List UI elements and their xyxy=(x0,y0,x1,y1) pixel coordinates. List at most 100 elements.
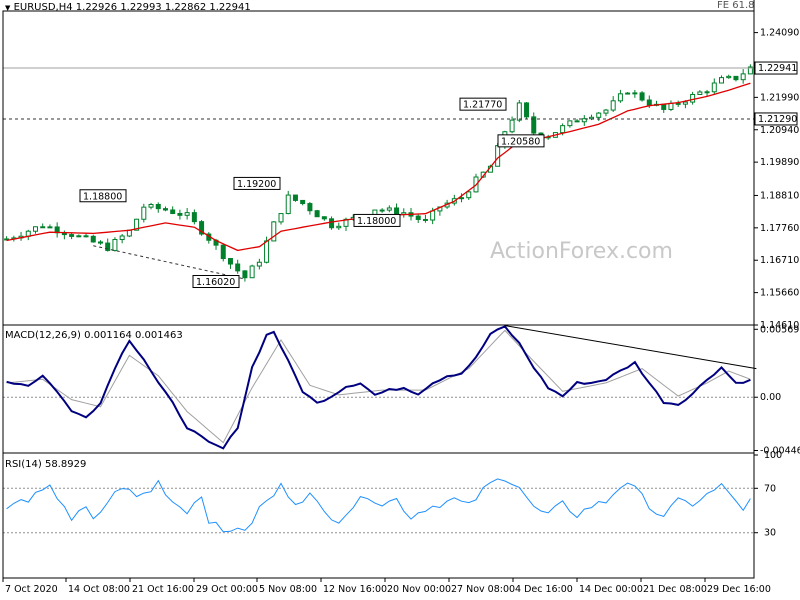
macd-signal-line xyxy=(6,329,751,444)
macd-trendline xyxy=(504,325,757,370)
watermark: ActionForex.com xyxy=(490,239,673,264)
candle-body xyxy=(560,125,566,134)
price-annotation-label: 1.16020 xyxy=(196,277,235,288)
candle-body xyxy=(726,75,732,79)
candle-body xyxy=(632,92,638,95)
candle-body xyxy=(300,199,306,205)
candle-body xyxy=(177,212,183,216)
candle-body xyxy=(639,92,645,101)
candle-body xyxy=(76,235,82,238)
candle-body xyxy=(603,109,609,114)
time-tick-label: 12 Nov 16:00 xyxy=(323,584,387,595)
candle-body xyxy=(422,218,428,221)
candle-body xyxy=(32,226,38,232)
candle-body xyxy=(675,102,681,105)
time-tick-label: 20 Nov 00:00 xyxy=(387,584,451,595)
candle-body xyxy=(610,100,616,111)
time-tick-label: 29 Dec 16:00 xyxy=(707,584,771,595)
symbol-label: EURUSD,H4 xyxy=(13,2,73,13)
candle-body xyxy=(264,240,270,263)
time-tick-label: 29 Oct 00:00 xyxy=(196,584,258,595)
candle-body xyxy=(141,206,147,220)
candle-body xyxy=(83,235,89,238)
rsi-tick-label: 100 xyxy=(764,450,782,461)
candle-body xyxy=(191,212,197,223)
candle-body xyxy=(321,216,327,220)
time-tick-label: 27 Nov 08:00 xyxy=(451,584,515,595)
candle-body xyxy=(415,215,421,220)
price-annotation-label: 1.19200 xyxy=(237,179,276,190)
candle-body xyxy=(249,265,255,279)
candle-body xyxy=(661,103,667,110)
candle-body xyxy=(47,226,53,229)
candle-body xyxy=(386,207,392,211)
time-tick-label: 4 Dec 16:00 xyxy=(515,584,573,595)
price-tick-label: 1.21990 xyxy=(760,92,799,103)
candle-body xyxy=(740,73,746,81)
candle-body xyxy=(524,102,530,118)
price-tick-label: 1.15660 xyxy=(760,288,799,299)
candle-body xyxy=(711,82,717,93)
price-tick-label: 1.20940 xyxy=(760,125,799,136)
candle-body xyxy=(495,145,501,167)
rsi-title: RSI(14) 58.8929 xyxy=(5,459,87,470)
candle-body xyxy=(336,225,342,229)
candle-body xyxy=(40,226,46,229)
candle-body xyxy=(690,93,696,103)
candle-body xyxy=(617,93,623,102)
candle-body xyxy=(516,102,522,121)
macd-tick-label: 0.00 xyxy=(760,392,781,403)
fib-extension-label: FE 61.8 xyxy=(717,0,755,11)
dropdown-arrow-icon[interactable]: ▼ xyxy=(5,4,10,12)
macd-tick-label: 0.00569 xyxy=(760,324,799,335)
candle-body xyxy=(379,209,385,212)
candle-body xyxy=(285,194,291,215)
macd-line xyxy=(6,325,751,450)
candle-body xyxy=(596,112,602,118)
candle-body xyxy=(292,194,298,201)
candle-body xyxy=(90,235,96,243)
candle-body xyxy=(314,210,320,218)
chart-canvas[interactable]: ActionForex.com 1.18800 1.16020 1.19200 1.1… xyxy=(0,0,800,600)
candle-body xyxy=(119,235,125,241)
panel-frame-0 xyxy=(2,10,755,326)
candle-body xyxy=(112,239,118,251)
candle-body xyxy=(704,91,710,94)
candle-body xyxy=(625,92,631,95)
candle-body xyxy=(668,102,674,110)
candle-body xyxy=(148,203,154,208)
candle-body xyxy=(466,191,472,199)
candle-body xyxy=(574,120,580,123)
candle-body xyxy=(719,77,725,84)
candle-body xyxy=(97,241,103,244)
price-tick-label: 1.17760 xyxy=(760,223,799,234)
ohlc-values: 1.22926 1.22993 1.22862 1.22941 xyxy=(75,2,251,13)
time-tick-label: 5 Nov 08:00 xyxy=(259,584,317,595)
candle-body xyxy=(162,208,168,211)
candle-body xyxy=(220,244,226,260)
time-tick-label: 21 Dec 08:00 xyxy=(643,584,707,595)
price-tick-label: 1.16710 xyxy=(760,255,799,266)
candle-body xyxy=(278,213,284,223)
candle-body xyxy=(646,99,652,106)
candle-body xyxy=(697,91,703,95)
candle-body xyxy=(227,258,233,265)
time-tick-label: 14 Oct 08:00 xyxy=(68,584,130,595)
chart-header: ▼ EURUSD,H4 1.22926 1.22993 1.22862 1.22… xyxy=(5,2,251,13)
candle-body xyxy=(733,75,739,81)
candle-body xyxy=(394,207,400,215)
candle-body xyxy=(567,120,573,127)
candle-body xyxy=(509,119,515,133)
level-badge-label: 1.21290 xyxy=(758,114,797,125)
price-annotation-label: 1.21770 xyxy=(463,100,502,111)
price-tick-label: 1.24090 xyxy=(760,28,799,39)
time-tick-label: 14 Dec 00:00 xyxy=(579,584,643,595)
price-tick-label: 1.18810 xyxy=(760,190,799,201)
candle-body xyxy=(256,261,262,267)
rsi-line xyxy=(6,478,751,533)
macd-title: MACD(12,26,9) 0.001164 0.001463 xyxy=(5,330,183,341)
candle-body xyxy=(184,212,190,216)
candle-body xyxy=(430,210,436,221)
price-tick-label: 1.19890 xyxy=(760,157,799,168)
candle-body xyxy=(242,270,248,279)
